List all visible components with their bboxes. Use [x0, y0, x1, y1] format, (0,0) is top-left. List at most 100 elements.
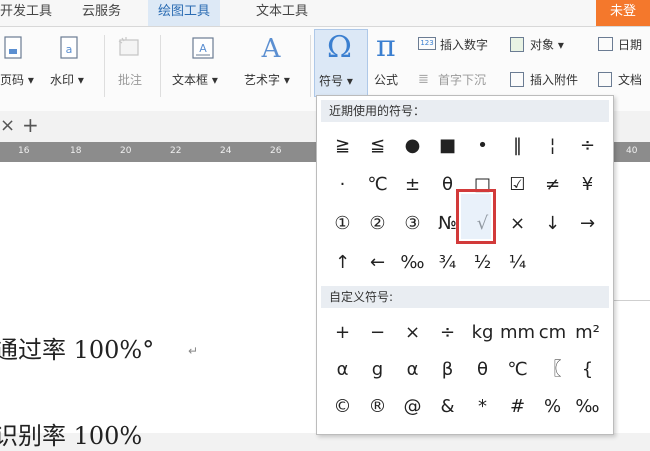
symbol-cell[interactable]: m² [570, 314, 605, 351]
symbol-cell[interactable]: ℃ [500, 351, 535, 388]
document-line-1: 通过率 100%° [0, 336, 155, 364]
attachment-label: 插入附件 [530, 73, 579, 87]
symbol-dropdown-panel: 近期使用的符号： ≧ ≦ ● ■ • ‖ ¦ ÷ · ℃ ± θ □ ☑ ≠ ¥… [316, 95, 614, 435]
symbol-cell[interactable]: % [535, 388, 570, 425]
symbol-cell[interactable]: ③ [395, 204, 430, 243]
document-icon [598, 72, 612, 87]
pi-icon: π [376, 29, 396, 64]
symbol-cell[interactable]: ≦ [360, 126, 395, 165]
symbol-cell[interactable]: ② [360, 204, 395, 243]
symbol-cell[interactable]: ① [325, 204, 360, 243]
textbox-label: 文本框 ▾ [172, 73, 218, 87]
symbol-cell[interactable]: ☑ [500, 165, 535, 204]
calendar-icon [598, 37, 613, 51]
insert-number-label: 插入数字 [440, 38, 489, 52]
symbol-cell[interactable]: ® [360, 388, 395, 425]
symbol-cell[interactable]: + [325, 314, 360, 351]
symbol-cell[interactable]: → [570, 204, 605, 243]
attachment-icon [510, 72, 524, 87]
symbol-cell[interactable]: ‖ [500, 126, 535, 165]
symbol-cell[interactable]: ¼ [500, 243, 535, 282]
formula-label: 公式 [374, 73, 399, 87]
symbol-cell[interactable]: ÷ [430, 314, 465, 351]
symbol-cell[interactable]: 〖 [535, 351, 570, 388]
symbol-cell[interactable]: × [395, 314, 430, 351]
paragraph-mark-icon: ↵ [188, 344, 199, 358]
symbol-cell[interactable]: ↓ [535, 204, 570, 243]
symbol-cell[interactable]: ¥ [570, 165, 605, 204]
symbol-cell[interactable]: θ [465, 351, 500, 388]
symbol-cell[interactable]: × [500, 204, 535, 243]
symbol-cell[interactable]: ↑ [325, 243, 360, 282]
ruler-tick: 16 [18, 146, 30, 156]
textbox-icon: A [192, 37, 214, 59]
symbol-cell[interactable]: ‰ [570, 388, 605, 425]
ruler-tick: 18 [70, 146, 82, 156]
ribbon-separator [160, 35, 161, 97]
ruler-tick: 24 [220, 146, 232, 156]
ribbon-separator [310, 35, 311, 97]
symbol-cell[interactable]: & [430, 388, 465, 425]
menu-tab-drawing-tools[interactable]: 绘图工具 [148, 0, 221, 26]
selected-symbol-highlight [456, 189, 496, 244]
symbol-cell[interactable]: ¾ [430, 243, 465, 282]
ruler-tick: 22 [170, 146, 182, 156]
object-label: 对象 ▾ [530, 38, 564, 52]
symbol-cell[interactable]: α [325, 351, 360, 388]
symbol-cell[interactable]: − [360, 314, 395, 351]
symbol-cell[interactable]: ≧ [325, 126, 360, 165]
menu-tab-cloud-service[interactable]: 云服务 [82, 0, 121, 26]
close-tab-icon[interactable]: × [0, 115, 15, 136]
symbol-label: 符号 ▾ [319, 74, 353, 88]
menu-bar: 开发工具 云服务 绘图工具 文本工具 未登 [0, 0, 650, 27]
drop-cap-icon: ≣ [418, 72, 429, 87]
svg-text:A: A [261, 34, 282, 63]
comment-icon [118, 37, 139, 56]
symbol-cell[interactable]: g [360, 351, 395, 388]
margin-guide [612, 300, 650, 301]
number-icon: 123 [418, 37, 436, 50]
symbol-cell[interactable]: α [395, 351, 430, 388]
document-line-2: 识别率 100% [0, 422, 143, 450]
symbol-cell[interactable]: ← [360, 243, 395, 282]
symbol-cell[interactable]: ● [395, 126, 430, 165]
ruler-tick: 26 [270, 146, 282, 156]
symbol-cell[interactable]: # [500, 388, 535, 425]
symbol-cell[interactable]: ≠ [535, 165, 570, 204]
symbol-cell[interactable]: ÷ [570, 126, 605, 165]
new-tab-button[interactable]: + [22, 113, 39, 137]
symbol-cell[interactable]: @ [395, 388, 430, 425]
symbol-cell[interactable]: kg [465, 314, 500, 351]
symbol-cell[interactable]: · [325, 165, 360, 204]
comment-label: 批注 [118, 73, 143, 87]
symbol-cell[interactable]: { [570, 351, 605, 388]
symbol-cell[interactable]: ‰ [395, 243, 430, 282]
symbol-cell[interactable]: • [465, 126, 500, 165]
drop-cap-label: 首字下沉 [438, 73, 487, 87]
symbol-cell[interactable]: mm [500, 314, 535, 351]
watermark-icon: a [60, 36, 78, 59]
symbol-cell[interactable]: ℃ [360, 165, 395, 204]
custom-symbols-header: 自定义符号: [321, 286, 609, 308]
symbol-button[interactable]: Ω 符号 ▾ [314, 29, 368, 97]
svg-text:A: A [199, 42, 207, 55]
ruler-tick: 20 [120, 146, 132, 156]
symbol-cell[interactable]: ¦ [535, 126, 570, 165]
symbol-cell[interactable]: ½ [465, 243, 500, 282]
login-button[interactable]: 未登 [596, 0, 650, 26]
menu-tab-text-tools[interactable]: 文本工具 [256, 0, 308, 26]
symbol-cell[interactable]: ■ [430, 126, 465, 165]
date-label: 日期 [618, 38, 643, 52]
symbol-cell[interactable]: ± [395, 165, 430, 204]
doc-part-label: 文档 [618, 73, 643, 87]
ribbon-separator [104, 35, 105, 97]
watermark-label: 水印 ▾ [50, 73, 84, 87]
wordart-label: 艺术字 ▾ [244, 73, 290, 87]
custom-symbols-grid: + − × ÷ kg mm cm m² α g α β θ ℃ 〖 { © ® … [325, 314, 605, 425]
symbol-cell[interactable]: * [465, 388, 500, 425]
symbol-cell[interactable]: β [430, 351, 465, 388]
menu-tab-developer-tools[interactable]: 开发工具 [0, 0, 52, 26]
symbol-cell[interactable]: cm [535, 314, 570, 351]
object-icon [510, 37, 524, 52]
symbol-cell[interactable]: © [325, 388, 360, 425]
